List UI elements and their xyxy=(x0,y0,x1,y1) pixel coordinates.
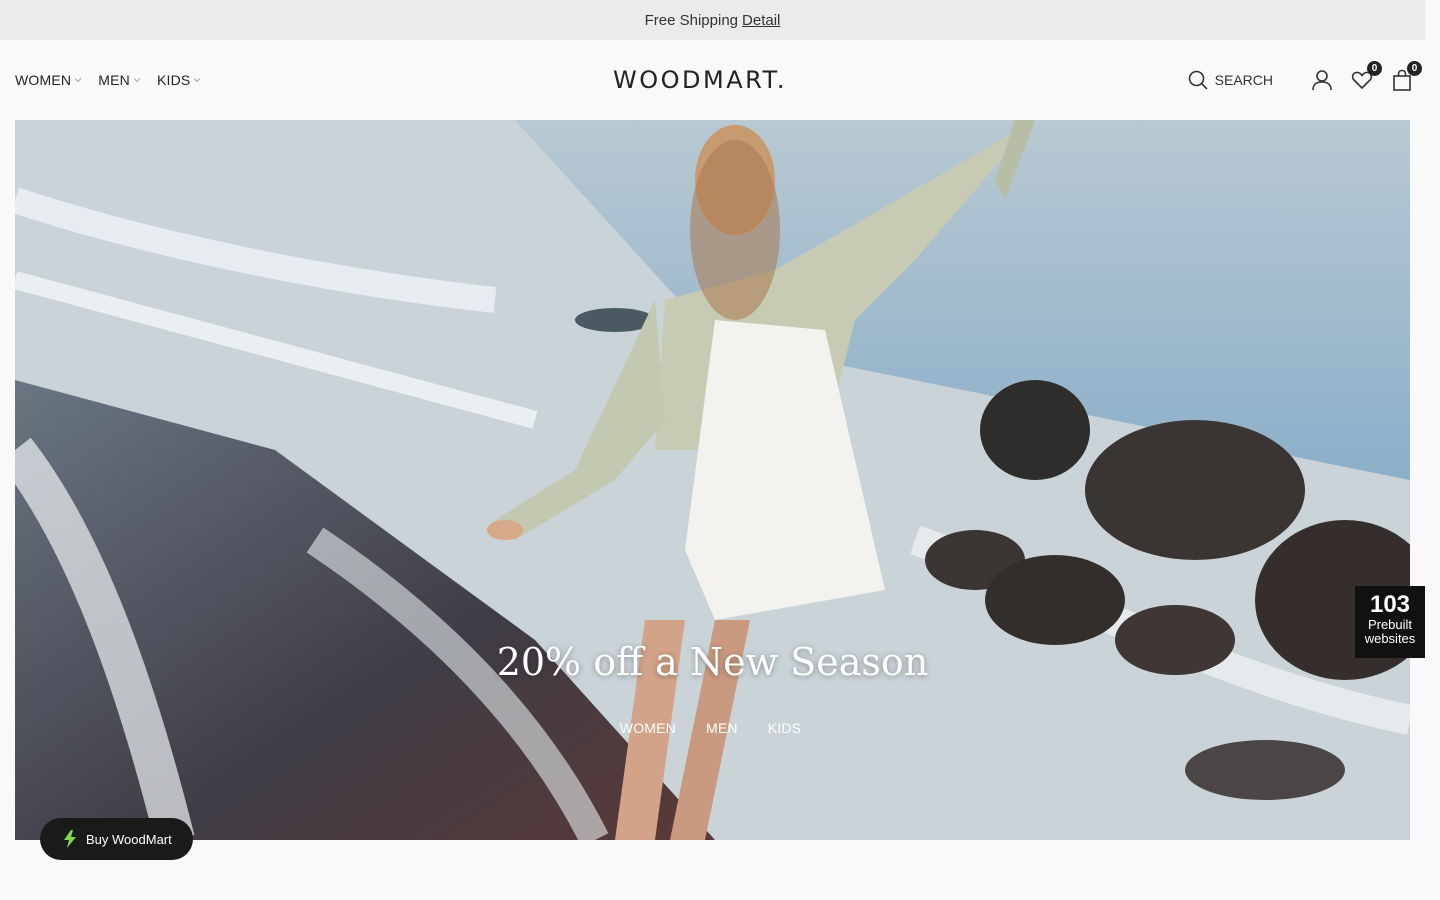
badge-line-2: websites xyxy=(1364,631,1416,646)
search-label: SEARCH xyxy=(1214,72,1273,88)
nav-item-women[interactable]: WOMEN xyxy=(15,72,82,88)
hero-link-kids[interactable]: KIDS xyxy=(768,720,801,736)
nav-item-kids[interactable]: KIDS xyxy=(157,72,201,88)
hero-banner: 20% off a New Season WOMEN MEN KIDS xyxy=(15,120,1410,840)
wishlist-count-badge: 0 xyxy=(1367,61,1382,76)
wishlist-button[interactable]: 0 xyxy=(1351,61,1382,91)
site-logo[interactable]: WOODMART. xyxy=(613,66,787,94)
user-icon xyxy=(1312,70,1332,91)
search-icon xyxy=(1188,70,1208,90)
account-button[interactable] xyxy=(1311,69,1333,91)
site-header: WOMEN MEN KIDS WOODMART. SEARCH 0 0 xyxy=(0,40,1425,120)
badge-number: 103 xyxy=(1369,591,1411,618)
buy-woodmart-button[interactable]: Buy WoodMart xyxy=(40,818,193,860)
nav-item-label: WOMEN xyxy=(15,72,72,88)
hero-category-links: WOMEN MEN KIDS xyxy=(15,720,1410,736)
prebuilt-websites-badge[interactable]: 103 Prebuilt websites xyxy=(1355,586,1425,658)
badge-line-1: Prebuilt xyxy=(1367,617,1413,632)
search-button[interactable]: SEARCH xyxy=(1188,70,1273,90)
cart-button[interactable]: 0 xyxy=(1391,61,1422,91)
bolt-icon xyxy=(64,830,76,848)
announcement-bar: Free Shipping Detail xyxy=(0,0,1425,40)
shipping-text: Free Shipping xyxy=(644,11,739,29)
hero-link-men[interactable]: MEN xyxy=(706,720,738,736)
chevron-down-icon xyxy=(194,78,201,83)
chevron-down-icon xyxy=(74,78,82,83)
buy-button-label: Buy WoodMart xyxy=(86,831,172,847)
nav-item-men[interactable]: MEN xyxy=(98,72,141,88)
hero-link-women[interactable]: WOMEN xyxy=(620,720,676,736)
shipping-detail-link[interactable]: Detail xyxy=(742,12,780,29)
nav-item-label: MEN xyxy=(98,72,130,88)
cart-count-badge: 0 xyxy=(1407,61,1422,76)
main-nav: WOMEN MEN KIDS xyxy=(15,40,201,120)
chevron-down-icon xyxy=(133,78,141,83)
nav-item-label: KIDS xyxy=(156,72,191,88)
header-tools: SEARCH 0 0 xyxy=(1188,40,1422,120)
hero-title: 20% off a New Season xyxy=(496,640,929,684)
